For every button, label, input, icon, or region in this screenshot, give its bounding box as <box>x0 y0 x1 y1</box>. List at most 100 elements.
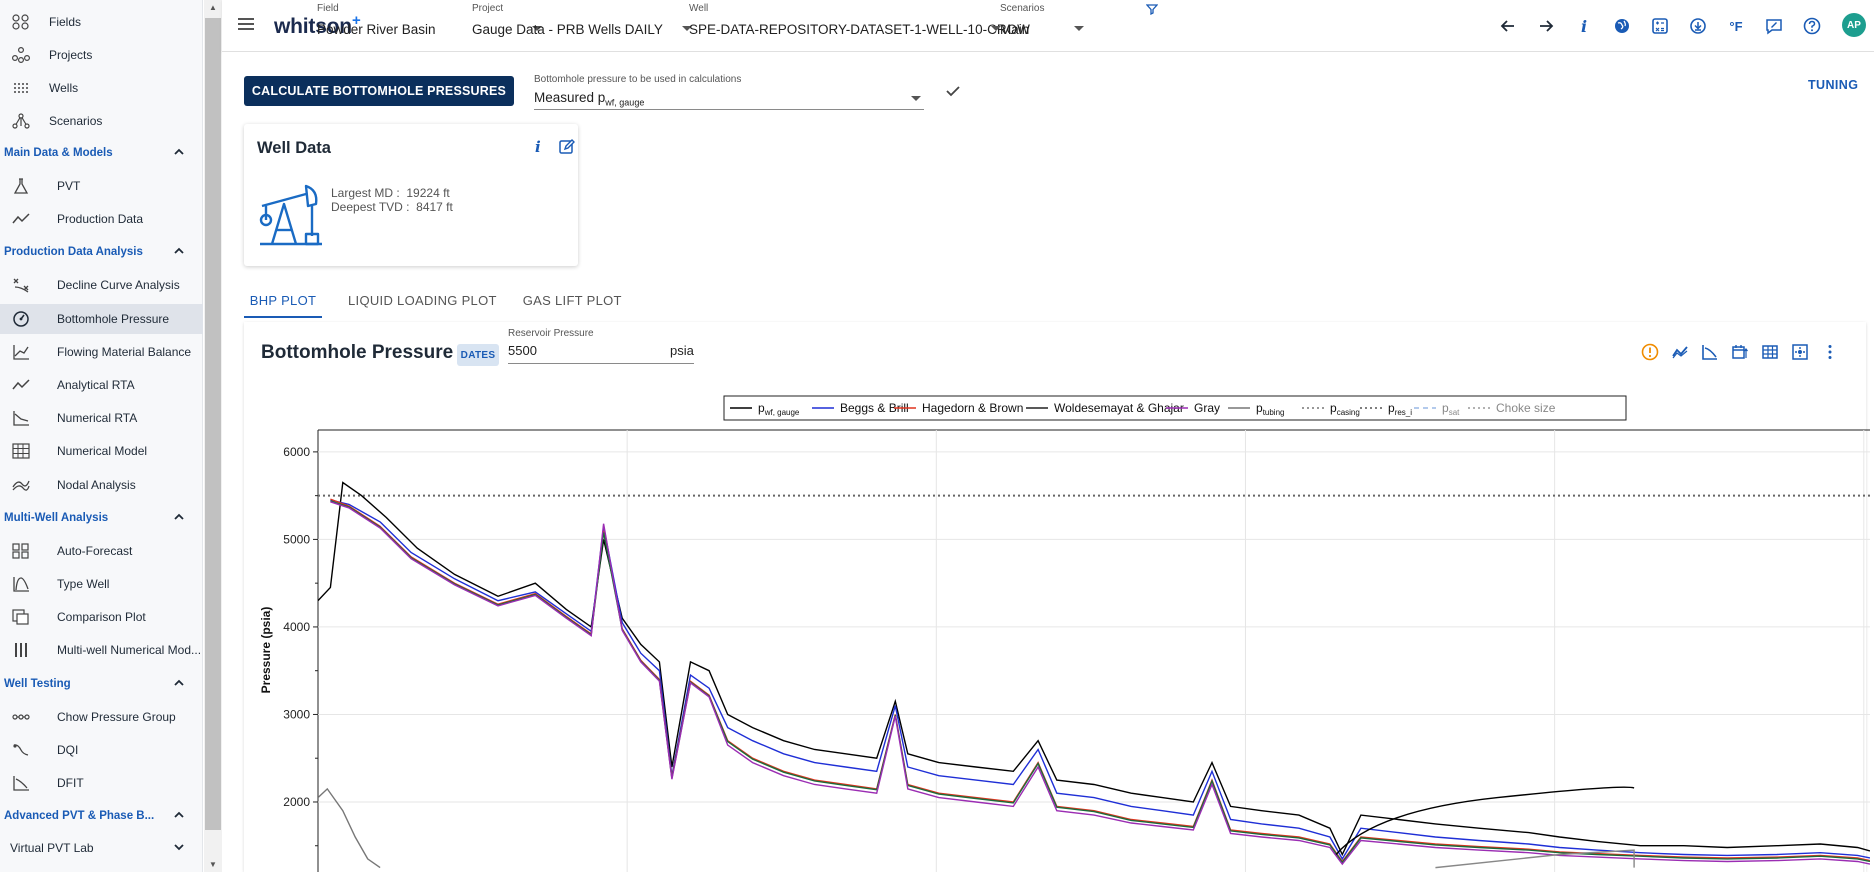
sidebar-item-label: Chow Pressure Group <box>57 709 176 724</box>
sidebar-item-dfit[interactable]: DFIT <box>0 768 203 798</box>
sidebar-item-projects[interactable]: Projects <box>0 40 203 70</box>
info-icon[interactable]: i <box>1572 14 1596 38</box>
date-range-icon[interactable] <box>1730 342 1750 362</box>
sidebar-item-auto-forecast[interactable]: Auto-Forecast <box>0 536 203 566</box>
gauge-buildup-curve <box>1335 786 1635 855</box>
project-caption: Project <box>472 3 504 14</box>
sidebar-item-label: Scenarios <box>49 114 103 128</box>
sidebar-item-multi-well-numerical-mod[interactable]: Multi-well Numerical Mod... <box>0 635 203 665</box>
wells-icon <box>10 79 32 97</box>
reservoir-pressure-caption: Reservoir Pressure <box>508 328 594 339</box>
bhp-select-caret-icon[interactable] <box>911 96 921 101</box>
sidebar-scroll-thumb[interactable] <box>205 18 221 830</box>
forward-arrow-icon[interactable] <box>1534 14 1558 38</box>
scenarios-caret-icon[interactable] <box>1074 26 1084 31</box>
series-line-p-tubing <box>318 787 381 869</box>
sidebar-section-label: Main Data & Models <box>4 147 113 159</box>
scroll-up-arrow-icon[interactable]: ▲ <box>208 3 218 13</box>
chevron-up-icon[interactable] <box>173 511 185 526</box>
sidebar-item-comparison-plot[interactable]: Comparison Plot <box>0 602 203 632</box>
largest-md-value: 19224 ft <box>406 186 450 200</box>
sidebar-item-nodal-analysis[interactable]: Nodal Analysis <box>0 470 203 500</box>
sidebar-item-scenarios[interactable]: Scenarios <box>0 106 203 136</box>
bars-icon <box>10 641 32 659</box>
sidebar-item-production-data[interactable]: Production Data <box>0 204 203 234</box>
reservoir-pressure-field[interactable]: Reservoir Pressure 5500 psia <box>508 328 694 364</box>
sidebar-item-decline-curve-analysis[interactable]: Decline Curve Analysis <box>0 270 203 300</box>
project-selector[interactable]: Project Gauge Data - PRB Wells DAILY <box>472 0 692 52</box>
sidebar-section-main-data-models[interactable]: Main Data & Models <box>0 138 203 168</box>
axis-scale-icon[interactable] <box>1700 342 1720 362</box>
tab-bhp-plot[interactable]: BHP PLOT <box>244 284 322 318</box>
sidebar-item-numerical-model[interactable]: Numerical Model <box>0 436 203 466</box>
reservoir-pressure-value[interactable]: 5500 <box>508 343 537 358</box>
sidebar-section-advanced-pvt-phase-b[interactable]: Advanced PVT & Phase B... <box>0 801 203 831</box>
sidebar-item-analytical-rta[interactable]: Analytical RTA <box>0 370 203 400</box>
sidebar-section-well-testing[interactable]: Well Testing <box>0 669 203 699</box>
hamburger-menu-icon[interactable] <box>236 14 256 34</box>
sidebar-item-virtual-pvt-lab[interactable]: Virtual PVT Lab <box>0 833 203 863</box>
sidebar-item-flowing-material-balance[interactable]: Flowing Material Balance <box>0 337 203 367</box>
temperature-unit-icon[interactable]: °F <box>1724 14 1748 38</box>
scroll-down-arrow-icon[interactable]: ▼ <box>208 860 218 870</box>
series-line-gray <box>330 501 1870 866</box>
sidebar-section-multi-well-analysis[interactable]: Multi-Well Analysis <box>0 503 203 533</box>
chevron-up-icon[interactable] <box>173 809 185 824</box>
back-arrow-icon[interactable] <box>1496 14 1520 38</box>
sidebar-item-dqi[interactable]: DQI <box>0 735 203 765</box>
globe-icon[interactable] <box>1610 14 1634 38</box>
tab-gas-lift-plot[interactable]: GAS LIFT PLOT <box>523 284 622 318</box>
chevron-up-icon[interactable] <box>173 245 185 260</box>
sidebar-section-production-data-analysis[interactable]: Production Data Analysis <box>0 237 203 267</box>
sidebar-item-fields[interactable]: Fields <box>0 7 203 37</box>
sidebar-nav: Fields Projects Wells Scenarios Main Data & … <box>0 0 203 872</box>
sidebar-item-label: Projects <box>49 48 93 62</box>
scenarios-selector[interactable]: Scenarios Main <box>1000 0 1084 52</box>
decline-icon <box>10 276 32 294</box>
edit-icon[interactable] <box>558 138 576 156</box>
sidebar-section-label: Advanced PVT & Phase B... <box>4 810 155 823</box>
typewell-icon <box>10 575 32 593</box>
fit-to-screen-icon[interactable] <box>1790 342 1810 362</box>
user-avatar[interactable]: AP <box>1842 13 1866 37</box>
sidebar-item-label: Numerical Model <box>57 444 148 459</box>
y-tick-label: 4000 <box>283 620 310 634</box>
tab-liquid-loading-plot[interactable]: LIQUID LOADING PLOT <box>348 284 497 318</box>
warning-icon[interactable] <box>1640 342 1660 362</box>
trend-icon <box>10 376 32 394</box>
chevron-up-icon[interactable] <box>173 677 185 692</box>
bhp-source-select[interactable]: Bottomhole pressure to be used in calcul… <box>534 74 924 110</box>
dates-badge[interactable]: DATES <box>457 344 499 366</box>
well-value: SPE-DATA-REPOSITORY-DATASET-1-WELL-10-CR… <box>689 22 1030 37</box>
sidebar-item-label: DQI <box>57 742 79 757</box>
well-info-icon[interactable]: i <box>535 138 541 156</box>
calculator-icon[interactable] <box>1648 14 1672 38</box>
well-selector[interactable]: Well SPE-DATA-REPOSITORY-DATASET-1-WELL-… <box>689 0 1030 52</box>
y-tick-label: 2000 <box>283 795 310 809</box>
y-tick-label: 5000 <box>283 532 310 546</box>
legend-label: Woldesemayat & Ghajar <box>1054 401 1184 415</box>
trend-line-icon[interactable] <box>1670 342 1690 362</box>
sidebar-item-numerical-rta[interactable]: Numerical RTA <box>0 403 203 433</box>
bhp-chart[interactable]: 20003000400050006000Pressure (psia)pwf, … <box>244 390 1870 872</box>
well-filter-icon[interactable] <box>1146 3 1158 15</box>
sidebar-item-pvt[interactable]: PVT <box>0 171 203 201</box>
chevron-down-icon[interactable] <box>173 841 185 856</box>
sidebar-item-type-well[interactable]: Type Well <box>0 569 203 599</box>
tuning-button[interactable]: TUNING <box>1808 78 1858 92</box>
help-icon[interactable] <box>1800 14 1824 38</box>
sidebar-item-wells[interactable]: Wells <box>0 73 203 103</box>
plot-tabs: BHP PLOT LIQUID LOADING PLOT GAS LIFT PL… <box>244 284 648 318</box>
sidebar-item-chow-pressure-group[interactable]: Chow Pressure Group <box>0 702 203 732</box>
field-selector[interactable]: Field Powder River Basin <box>317 0 542 52</box>
check-icon[interactable] <box>944 82 962 100</box>
download-icon[interactable] <box>1686 14 1710 38</box>
projects-icon <box>10 46 32 64</box>
sidebar-item-label: Bottomhole Pressure <box>57 311 170 326</box>
calculate-bhp-button[interactable]: CALCULATE BOTTOMHOLE PRESSURES <box>244 76 514 106</box>
chevron-up-icon[interactable] <box>173 146 185 161</box>
feedback-icon[interactable] <box>1762 14 1786 38</box>
table-view-icon[interactable] <box>1760 342 1780 362</box>
more-options-icon[interactable] <box>1820 342 1840 362</box>
sidebar-item-bottomhole-pressure[interactable]: Bottomhole Pressure <box>0 303 203 334</box>
